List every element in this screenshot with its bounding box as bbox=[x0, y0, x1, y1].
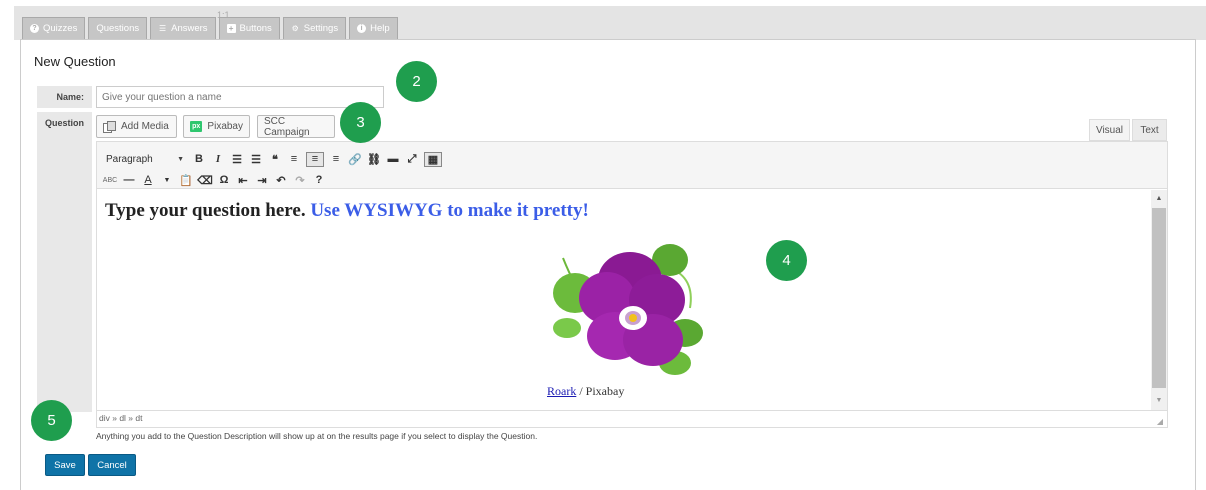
editor-content[interactable]: Type your question here. Use WYSIWYG to … bbox=[97, 190, 1151, 410]
align-center-icon[interactable]: ≡ bbox=[306, 151, 324, 167]
align-left-icon[interactable]: ≡ bbox=[287, 152, 301, 167]
toolbar-row-1: Paragraph ▼ B I ☰ ☰ ❝ ≡ ≡ ≡ 🔗 ⛓ ▬ ⤢ ▦ bbox=[103, 150, 442, 168]
wysiwyg-editor: Paragraph ▼ B I ☰ ☰ ❝ ≡ ≡ ≡ 🔗 ⛓ ▬ ⤢ ▦ AB… bbox=[96, 141, 1168, 428]
name-label: Name: bbox=[37, 86, 92, 108]
tab-quizzes[interactable]: ? Quizzes bbox=[22, 17, 86, 39]
tab-label: Answers bbox=[171, 23, 208, 34]
toolbar-toggle-icon[interactable]: ▦ bbox=[424, 151, 442, 167]
scc-campaign-label: SCC Campaign bbox=[264, 115, 310, 138]
question-panel: New Question Name: Question Add Media px… bbox=[20, 39, 1196, 490]
indent-icon[interactable]: ⇥ bbox=[255, 173, 269, 188]
step-marker-2: 2 bbox=[396, 61, 437, 102]
add-media-label: Add Media bbox=[121, 121, 169, 132]
scroll-up-icon[interactable]: ▲ bbox=[1151, 190, 1167, 206]
pixabay-icon: px bbox=[190, 121, 203, 132]
numbered-list-icon[interactable]: ☰ bbox=[249, 152, 263, 167]
pansy-flower-image[interactable] bbox=[545, 238, 705, 383]
image-credit: Roark / Pixabay bbox=[547, 384, 624, 399]
save-button[interactable]: Save bbox=[45, 454, 85, 476]
tab-text[interactable]: Text bbox=[1132, 119, 1167, 141]
question-name-input[interactable] bbox=[96, 86, 384, 108]
gears-icon: ⚙ bbox=[291, 24, 299, 33]
question-description-hint: Anything you add to the Question Descrip… bbox=[96, 431, 538, 441]
tab-settings[interactable]: ⚙ Settings bbox=[282, 17, 347, 39]
tab-visual[interactable]: Visual bbox=[1089, 119, 1130, 141]
credit-source: Pixabay bbox=[585, 384, 625, 398]
text-color-icon[interactable]: A bbox=[141, 173, 155, 188]
help-icon[interactable]: ? bbox=[312, 173, 326, 188]
pixabay-label: Pixabay bbox=[207, 121, 243, 132]
step-marker-4: 4 bbox=[766, 240, 807, 281]
cancel-button[interactable]: Cancel bbox=[88, 454, 136, 476]
scrollbar-thumb[interactable] bbox=[1152, 208, 1166, 388]
step-marker-5: 5 bbox=[31, 400, 72, 441]
tab-label: Quizzes bbox=[43, 23, 78, 34]
step-marker-3: 3 bbox=[340, 102, 381, 143]
read-more-icon[interactable]: ▬ bbox=[386, 152, 400, 167]
editor-toolbar: Paragraph ▼ B I ☰ ☰ ❝ ≡ ≡ ≡ 🔗 ⛓ ▬ ⤢ ▦ AB… bbox=[97, 142, 1167, 189]
toolbar-row-2: ABC — A ▼ 📋 ⌫ Ω ⇤ ⇥ ↶ ↷ ? bbox=[103, 171, 326, 189]
tab-buttons[interactable]: + Buttons bbox=[218, 17, 280, 39]
tab-label: Questions bbox=[96, 23, 140, 34]
italic-icon[interactable]: I bbox=[211, 152, 225, 167]
align-right-icon[interactable]: ≡ bbox=[329, 152, 343, 167]
outdent-icon[interactable]: ⇤ bbox=[236, 173, 250, 188]
main-tabs: ? Quizzes Questions ☰ Answers + Buttons … bbox=[22, 17, 398, 39]
tab-answers[interactable]: ☰ Answers bbox=[150, 17, 216, 39]
media-icon bbox=[103, 121, 116, 133]
format-select-value: Paragraph bbox=[106, 153, 153, 165]
horizontal-line-icon[interactable]: — bbox=[122, 173, 136, 188]
tab-label: Buttons bbox=[239, 23, 272, 34]
list-icon: ☰ bbox=[159, 24, 167, 33]
link-icon[interactable]: 🔗 bbox=[348, 152, 362, 167]
unlink-icon[interactable]: ⛓ bbox=[367, 152, 381, 167]
bullet-list-icon[interactable]: ☰ bbox=[230, 152, 244, 167]
editor-status-path: div » dl » dt ◢ bbox=[97, 410, 1167, 427]
paste-text-icon[interactable]: 📋 bbox=[179, 173, 193, 188]
resize-handle-icon[interactable]: ◢ bbox=[1157, 414, 1163, 429]
undo-icon[interactable]: ↶ bbox=[274, 173, 288, 188]
credit-separator: / bbox=[576, 384, 586, 398]
strikethrough-icon[interactable]: ABC bbox=[103, 173, 117, 188]
redo-icon[interactable]: ↷ bbox=[293, 173, 307, 188]
format-select[interactable]: Paragraph ▼ bbox=[103, 152, 187, 167]
editor-scrollbar[interactable]: ▲ ▼ bbox=[1151, 190, 1167, 410]
add-media-button[interactable]: Add Media bbox=[96, 115, 177, 138]
element-path: div » dl » dt bbox=[99, 413, 143, 423]
clear-formatting-icon[interactable]: ⌫ bbox=[197, 173, 213, 188]
pixabay-button[interactable]: px Pixabay bbox=[183, 115, 250, 138]
tab-label: Settings bbox=[303, 23, 339, 34]
text-color-dropdown-icon[interactable]: ▼ bbox=[160, 173, 174, 188]
tab-questions[interactable]: Questions bbox=[88, 17, 148, 39]
info-circle-icon: i bbox=[357, 24, 367, 33]
question-text: Type your question here. Use WYSIWYG to … bbox=[105, 200, 589, 222]
fullscreen-icon[interactable]: ⤢ bbox=[405, 152, 419, 167]
scc-campaign-button[interactable]: SCC Campaign bbox=[257, 115, 335, 138]
tab-help[interactable]: i Help bbox=[349, 17, 398, 39]
page-title: New Question bbox=[34, 54, 116, 69]
question-circle-icon: ? bbox=[30, 24, 39, 33]
question-label: Question bbox=[37, 112, 92, 412]
tab-label: Help bbox=[370, 23, 390, 34]
plus-square-icon: + bbox=[226, 24, 236, 33]
bold-icon[interactable]: B bbox=[192, 152, 206, 167]
question-text-highlight: Use WYSIWYG to make it pretty! bbox=[310, 200, 589, 221]
special-character-icon[interactable]: Ω bbox=[217, 173, 231, 188]
chevron-down-icon: ▼ bbox=[177, 155, 184, 163]
question-text-plain: Type your question here. bbox=[105, 200, 306, 221]
scroll-down-icon[interactable]: ▼ bbox=[1151, 392, 1167, 408]
credit-author-link[interactable]: Roark bbox=[547, 384, 576, 398]
blockquote-icon[interactable]: ❝ bbox=[268, 152, 282, 167]
